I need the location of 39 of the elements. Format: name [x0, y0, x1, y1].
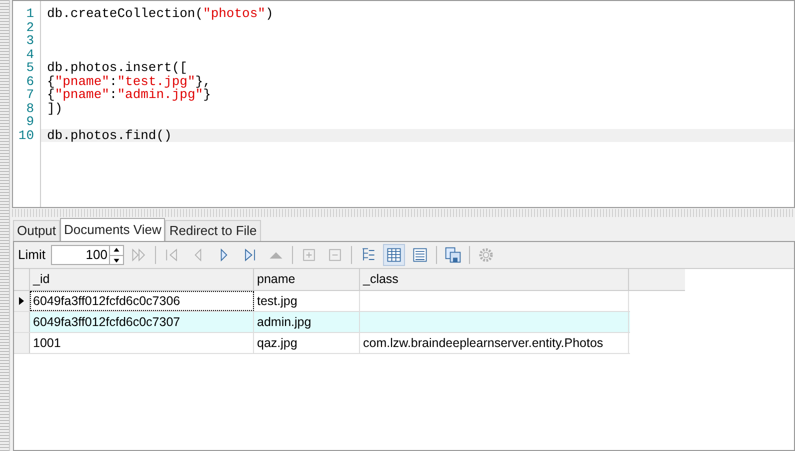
code-line: db.photos.find()	[47, 128, 172, 142]
line-number: 9	[25, 115, 35, 128]
line-number: 6	[25, 74, 35, 88]
table-cell: qaz.jpg	[254, 333, 360, 353]
tab[interactable]: Redirect to File	[165, 220, 261, 241]
code-line: db.createCollection("photos")	[47, 6, 274, 21]
table-row[interactable]: 6049fa3ff012fcfd6c0c7307 admin.jpg	[14, 312, 630, 333]
limit-spinner[interactable]: 100	[51, 245, 124, 265]
table-cell: 1001	[30, 333, 254, 353]
line-number: 2	[25, 20, 35, 34]
column-header[interactable]: _class	[360, 269, 629, 290]
tab[interactable]: Output	[13, 220, 60, 241]
table-row[interactable]: 1001 qaz.jpg com.lzw.braindeeplearnserver.entity.Photos	[14, 333, 630, 354]
table-cell: admin.jpg	[254, 312, 360, 332]
column-header[interactable]: _id	[30, 269, 254, 290]
code-line: ])	[47, 100, 63, 116]
code-line: {"pname":"test.jpg"},	[47, 74, 211, 88]
line-number: 1	[25, 7, 35, 20]
line-number: 10	[17, 128, 35, 142]
tab[interactable]: Documents View	[60, 218, 166, 241]
code-line: {"pname":"admin.jpg"}	[47, 87, 211, 102]
limit-label: Limit	[18, 246, 46, 264]
table-cell: 6049fa3ff012fcfd6c0c7307	[30, 312, 254, 332]
splitter-handle[interactable]	[0, 0, 10, 451]
line-number: 4	[25, 48, 35, 61]
line-number: 5	[25, 61, 35, 74]
column-header[interactable]: pname	[254, 269, 360, 290]
splitter-handle[interactable]	[12, 209, 793, 217]
table-cell: com.lzw.braindeeplearnserver.entity.Photos	[360, 333, 629, 353]
save-icon[interactable]	[444, 246, 462, 264]
row-pointer-icon	[19, 297, 24, 305]
line-number: 8	[25, 102, 35, 115]
table-row[interactable]: 6049fa3ff012fcfd6c0c7306 test.jpg	[14, 291, 630, 312]
line-number: 7	[25, 88, 35, 102]
code-line: db.photos.insert([	[47, 60, 188, 75]
line-number: 3	[25, 34, 35, 48]
table-cell: test.jpg	[254, 291, 360, 311]
code-editor[interactable]: 1 2 3 4 5 6 7 8 9 10 db.createCollection("photos") db.photos.insert([ {"pname":"test.jpg"}, {"pname":"admin.jpg"} ]) db.photos.find()	[12, 0, 795, 208]
table-cell: 6049fa3ff012fcfd6c0c7306	[30, 291, 254, 311]
